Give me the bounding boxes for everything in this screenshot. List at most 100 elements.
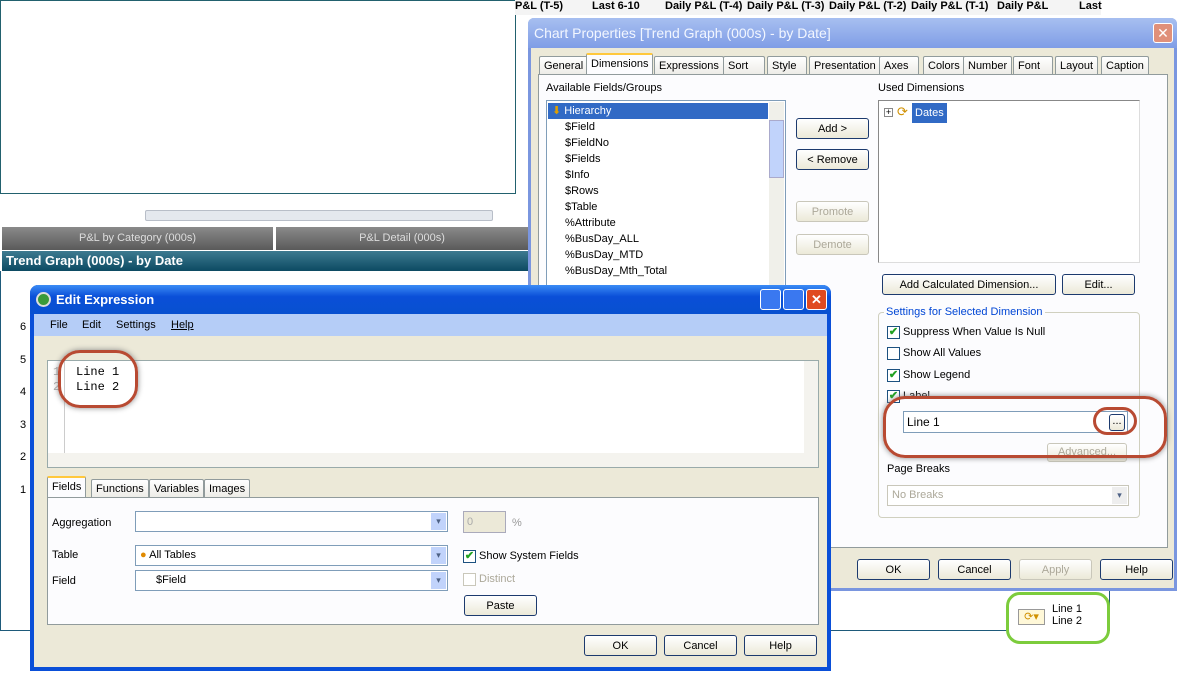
editor-hscrollbar[interactable] <box>48 453 818 467</box>
show-all-values-label: Show All Values <box>903 347 982 359</box>
list-item[interactable]: %BusDay_ALL <box>565 231 639 247</box>
tab-general[interactable]: General <box>539 56 589 75</box>
dialog-title-bar: Edit Expression ✕ <box>30 285 831 314</box>
tab-style[interactable]: Style <box>767 56 807 75</box>
horizontal-scrollbar[interactable] <box>145 210 493 221</box>
close-icon[interactable]: ✕ <box>806 289 827 310</box>
show-system-fields-checkbox[interactable]: ✔ <box>463 550 476 563</box>
list-item[interactable]: $Rows <box>565 183 599 199</box>
tab-variables[interactable]: Variables <box>149 479 205 498</box>
aggregation-select[interactable]: ▾ <box>135 511 448 532</box>
column-header[interactable]: Daily P&L (T-2) <box>829 0 906 12</box>
close-icon[interactable]: ✕ <box>1153 23 1173 43</box>
column-header[interactable]: Daily P&L <box>997 0 1048 12</box>
help-button[interactable]: Help <box>1100 559 1173 580</box>
chart-title-bar: Trend Graph (000s) - by Date <box>2 251 528 271</box>
tab-colors[interactable]: Colors <box>923 56 965 75</box>
tab-font[interactable]: Font <box>1013 56 1053 75</box>
show-all-values-checkbox[interactable] <box>887 347 900 360</box>
expression-editor[interactable]: 1 2 Line 1 Line 2 <box>47 360 819 468</box>
ok-button[interactable]: OK <box>584 635 657 656</box>
chevron-down-icon: ▾ <box>431 547 446 564</box>
legend-item: Line 1 <box>1052 603 1082 615</box>
sheet-tab-pl-category[interactable]: P&L by Category (000s) <box>2 227 273 250</box>
edit-expression-dialog: Edit Expression ✕ File Edit Settings Hel… <box>30 285 831 671</box>
tab-functions[interactable]: Functions <box>91 479 149 498</box>
column-header[interactable]: Last <box>1079 0 1102 12</box>
tab-presentation[interactable]: Presentation <box>809 56 881 75</box>
tab-caption[interactable]: Caption <box>1101 56 1149 75</box>
paste-button[interactable]: Paste <box>464 595 537 616</box>
list-item[interactable]: $Field <box>565 119 595 135</box>
settings-title: Settings for Selected Dimension <box>884 306 1045 318</box>
menu-edit[interactable]: Edit <box>82 314 101 336</box>
list-scrollbar[interactable] <box>769 102 784 298</box>
used-dimensions-list[interactable]: + ⟳ Dates <box>878 100 1140 263</box>
menu-file[interactable]: File <box>50 314 68 336</box>
sheet-tab-label: P&L by Category (000s) <box>79 232 196 244</box>
menu-help[interactable]: Help <box>171 314 194 336</box>
chevron-down-icon: ▾ <box>1112 487 1127 504</box>
list-item[interactable]: %BusDay_Mth_Total <box>565 263 667 279</box>
percent-input[interactable]: 0 <box>463 511 506 533</box>
suppress-null-checkbox[interactable]: ✔ <box>887 326 900 339</box>
tab-fields[interactable]: Fields <box>47 476 87 499</box>
y-tick: 4 <box>20 386 27 398</box>
used-dimensions-label: Used Dimensions <box>878 82 965 94</box>
tab-axes[interactable]: Axes <box>879 56 919 75</box>
field-select[interactable]: $Field ▾ <box>135 570 448 591</box>
column-header[interactable]: Last 6-10 <box>592 0 640 12</box>
ok-button[interactable]: OK <box>857 559 930 580</box>
help-button[interactable]: Help <box>744 635 817 656</box>
legend-cycle-icon[interactable]: ⟳▾ <box>1018 609 1045 625</box>
apply-button[interactable]: Apply <box>1019 559 1092 580</box>
expand-icon[interactable]: + <box>884 108 893 117</box>
tab-layout[interactable]: Layout <box>1055 56 1099 75</box>
list-item[interactable]: $Info <box>565 167 589 183</box>
editor-vscrollbar[interactable] <box>804 361 818 453</box>
used-dimension-item[interactable]: Dates <box>912 103 947 123</box>
demote-button[interactable]: Demote <box>796 234 869 255</box>
minimize-icon[interactable] <box>760 289 781 310</box>
tab-images[interactable]: Images <box>204 479 251 498</box>
promote-button[interactable]: Promote <box>796 201 869 222</box>
tab-expressions[interactable]: Expressions <box>654 56 724 75</box>
tab-strip: General Dimensions Expressions Sort Styl… <box>539 53 1159 76</box>
top-object-panel <box>0 0 516 194</box>
tab-dimensions[interactable]: Dimensions <box>586 53 654 76</box>
list-item[interactable]: $Table <box>565 199 597 215</box>
menu-settings[interactable]: Settings <box>116 314 156 336</box>
table-label: Table <box>52 549 79 561</box>
column-header[interactable]: Daily P&L (T-1) <box>911 0 988 12</box>
y-tick: 5 <box>20 354 27 366</box>
highlight-ring-ellipsis <box>1093 407 1137 435</box>
list-item[interactable]: %BusDay_MTD <box>565 247 643 263</box>
list-item[interactable]: $FieldNo <box>565 135 609 151</box>
page-breaks-value: No Breaks <box>892 489 944 501</box>
column-header[interactable]: P&L (T-5) <box>515 0 563 12</box>
y-tick: 6 <box>20 321 27 333</box>
column-header[interactable]: Daily P&L (T-4) <box>665 0 742 12</box>
column-header[interactable]: Daily P&L (T-3) <box>747 0 824 12</box>
remove-button[interactable]: < Remove <box>796 149 869 170</box>
add-button[interactable]: Add > <box>796 118 869 139</box>
dialog-title: Edit Expression <box>56 292 155 307</box>
show-legend-label: Show Legend <box>903 369 971 381</box>
tab-sort[interactable]: Sort <box>723 56 765 75</box>
cancel-button[interactable]: Cancel <box>938 559 1011 580</box>
maximize-icon[interactable] <box>783 289 804 310</box>
sheet-tab-pl-detail[interactable]: P&L Detail (000s) <box>276 227 528 250</box>
cancel-button[interactable]: Cancel <box>664 635 737 656</box>
edit-dimension-button[interactable]: Edit... <box>1062 274 1135 295</box>
distinct-checkbox[interactable] <box>463 573 476 586</box>
table-select[interactable]: ● All Tables ▾ <box>135 545 448 566</box>
show-legend-checkbox[interactable]: ✔ <box>887 369 900 382</box>
page-breaks-select[interactable]: No Breaks ▾ <box>887 485 1129 506</box>
available-fields-list[interactable]: ⬇ Hierarchy $Field $FieldNo $Fields $Inf… <box>546 100 786 300</box>
list-item[interactable]: %Attribute <box>565 215 616 231</box>
add-calculated-dimension-button[interactable]: Add Calculated Dimension... <box>882 274 1056 295</box>
list-item[interactable]: $Fields <box>565 151 600 167</box>
list-item-selected[interactable]: ⬇ Hierarchy <box>548 103 768 119</box>
suppress-null-label: Suppress When Value Is Null <box>903 326 1046 338</box>
tab-number[interactable]: Number <box>963 56 1013 75</box>
